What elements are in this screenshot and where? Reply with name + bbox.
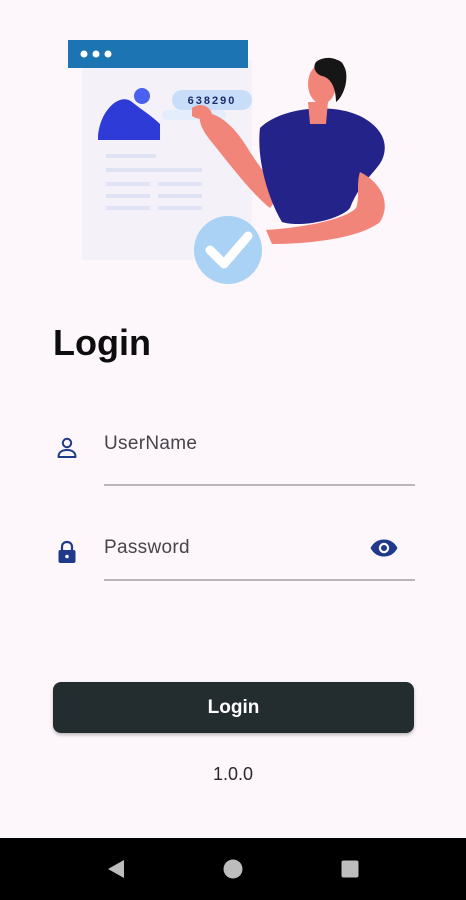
username-input[interactable]	[104, 428, 354, 460]
username-underline	[104, 424, 415, 486]
login-button[interactable]: Login	[53, 682, 414, 733]
version-label: 1.0.0	[212, 764, 254, 784]
lock-icon	[53, 538, 81, 566]
code-pill-text: 638290	[188, 95, 237, 107]
back-triangle-icon[interactable]	[104, 857, 128, 881]
person-icon	[53, 434, 81, 462]
page-title: Login	[53, 322, 151, 363]
password-input[interactable]	[104, 532, 354, 564]
system-nav-bar	[0, 838, 466, 900]
recents-square-icon[interactable]	[338, 857, 362, 881]
password-underline	[104, 528, 415, 581]
username-field[interactable]	[53, 424, 415, 486]
home-circle-icon[interactable]	[221, 857, 245, 881]
login-illustration: 638290	[60, 32, 410, 294]
password-field[interactable]	[53, 528, 415, 581]
eye-icon[interactable]	[367, 534, 401, 562]
